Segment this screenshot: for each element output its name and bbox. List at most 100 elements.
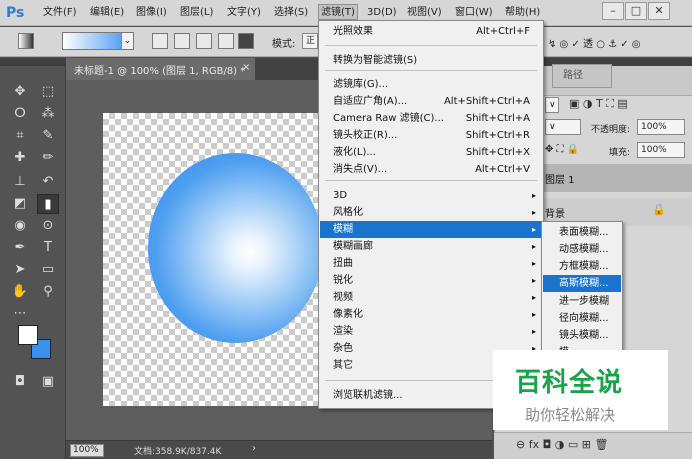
gradient-icon[interactable]: ▮	[37, 194, 59, 214]
rectangle-icon[interactable]: ▭	[37, 260, 59, 280]
pen-icon[interactable]: ✒	[9, 238, 31, 258]
filter-menu-item[interactable]: 镜头校正(R)... Shift+Ctrl+R	[320, 127, 542, 144]
blend-mode-select[interactable]: ∨	[545, 119, 581, 135]
tab-paths[interactable]: 路径	[552, 64, 612, 88]
filter-menu-item[interactable]: 液化(L)... Shift+Ctrl+X	[320, 144, 542, 161]
hand-icon[interactable]: ✋	[9, 282, 31, 302]
radial-gradient-icon[interactable]	[174, 33, 190, 49]
eraser-icon[interactable]: ◩	[9, 194, 31, 214]
menu-image[interactable]: 图像(I)	[136, 5, 167, 21]
zoom-field[interactable]: 100%	[70, 444, 104, 457]
filter-menu-item[interactable]: 像素化 ▸	[320, 306, 542, 323]
mode-select[interactable]: 正	[302, 33, 318, 49]
menu-window[interactable]: 窗口(W)	[455, 5, 493, 21]
blur-menu-item[interactable]: 进一步模糊	[543, 293, 621, 310]
reflected-gradient-icon[interactable]	[218, 33, 234, 49]
path-selection-icon[interactable]: ➤	[9, 260, 31, 280]
filter-menu-item[interactable]: 消失点(V)... Alt+Ctrl+V	[320, 161, 542, 178]
opacity-label: 不透明度:	[591, 125, 631, 135]
filter-menu-item[interactable]: 扭曲 ▸	[320, 255, 542, 272]
menu-select[interactable]: 选择(S)	[274, 5, 308, 21]
quick-mask-icon[interactable]: ◘	[9, 372, 31, 392]
linear-gradient-icon[interactable]	[152, 33, 168, 49]
clone-stamp-icon[interactable]: ⊥	[9, 172, 31, 192]
filter-icons[interactable]: ▣ ◑ T ⛶ ▤	[569, 97, 628, 111]
eyedropper-icon[interactable]: ✎	[37, 126, 59, 146]
blur-icon[interactable]: ◉	[9, 216, 31, 236]
menu-layer[interactable]: 图层(L)	[180, 5, 213, 21]
foreground-color-swatch[interactable]	[18, 325, 38, 345]
magic-wand-icon[interactable]: ⁂	[37, 104, 59, 124]
menu-item-shortcut: Alt+Ctrl+F	[476, 26, 530, 37]
blur-menu-item[interactable]: 表面模糊...	[543, 224, 621, 241]
blur-menu-item[interactable]: 径向模糊...	[543, 310, 621, 327]
menu-type[interactable]: 文字(Y)	[227, 5, 261, 21]
blur-menu-item[interactable]: 动感模糊...	[543, 241, 621, 258]
opacity-field[interactable]: 100%	[637, 119, 685, 135]
filter-menu-item[interactable]: 光照效果 Alt+Ctrl+F	[320, 23, 542, 40]
filter-menu-item[interactable]: 风格化 ▸	[320, 204, 542, 221]
menu-edit[interactable]: 编辑(E)	[90, 5, 124, 21]
chevron-down-icon[interactable]: ⌄	[121, 33, 133, 49]
menu-item-label: 其它	[333, 360, 353, 371]
menu-item-shortcut: Alt+Shift+Ctrl+A	[443, 96, 530, 107]
menu-help[interactable]: 帮助(H)	[505, 5, 540, 21]
layer-row[interactable]: 图层 1	[540, 164, 692, 192]
submenu-arrow-icon: ▸	[531, 208, 536, 217]
menu-item-label: 浏览联机滤镜...	[333, 390, 403, 401]
filter-menu-item[interactable]: 模糊画廊 ▸	[320, 238, 542, 255]
close-tab-icon[interactable]: ×	[242, 62, 250, 73]
crop-icon[interactable]: ⌗	[9, 126, 31, 146]
menu-file[interactable]: 文件(F)	[43, 5, 77, 21]
blur-menu-item[interactable]: 高斯模糊...	[543, 275, 621, 292]
brush-icon[interactable]: ✏	[37, 148, 59, 168]
gradient-picker[interactable]: ⌄	[62, 32, 134, 50]
menu-filter[interactable]: 滤镜(T)	[318, 4, 358, 20]
marquee-icon[interactable]: ⬚	[37, 82, 59, 102]
diamond-gradient-icon[interactable]	[238, 33, 254, 49]
filter-menu-item[interactable]: 自适应广角(A)... Alt+Shift+Ctrl+A	[320, 93, 542, 110]
zoom-icon[interactable]: ⚲	[37, 282, 59, 302]
lock-icons[interactable]: ✥ ⛶ 🔒	[545, 144, 579, 155]
screen-mode-icon[interactable]: ▣	[37, 372, 59, 392]
chevron-right-icon[interactable]: ›	[252, 443, 256, 454]
filter-menu-item[interactable]: 转换为智能滤镜(S)	[320, 52, 542, 69]
blur-menu-item[interactable]: 镜头模糊...	[543, 327, 621, 344]
status-bar: 100% 文档:358.9K/837.4K ›	[66, 440, 492, 459]
filter-menu-item[interactable]: 滤镜库(G)...	[320, 76, 542, 93]
layers-footer-icons[interactable]: ⊖ fx ◘ ◑ ▭ ⊞ 🗑	[516, 438, 608, 451]
close-icon[interactable]: ✕	[648, 2, 670, 20]
move-icon[interactable]: ✥	[9, 82, 31, 102]
menu-item-label: 光照效果	[333, 26, 373, 37]
filter-kind-select[interactable]: ∨	[545, 97, 559, 113]
document-canvas[interactable]	[103, 113, 338, 406]
toolbar-grip[interactable]	[0, 58, 66, 66]
minimize-icon[interactable]: –	[602, 2, 624, 20]
filter-menu-item[interactable]: 3D ▸	[320, 187, 542, 204]
restore-icon[interactable]: □	[625, 2, 647, 20]
menu-item-label: 滤镜库(G)...	[333, 79, 389, 90]
menu-view[interactable]: 视图(V)	[407, 5, 442, 21]
filter-menu-item[interactable]: 视频 ▸	[320, 289, 542, 306]
filter-menu-item[interactable]: 模糊 ▸	[320, 221, 542, 238]
document-tab[interactable]: 未标题-1 @ 100% (图层 1, RGB/8) * ×	[66, 58, 256, 80]
watermark-logo: 百科全说 助你轻松解决	[493, 350, 668, 430]
more-tools-icon[interactable]: ⋯	[9, 304, 31, 324]
history-brush-icon[interactable]: ↶	[37, 172, 59, 192]
lasso-icon[interactable]: ⵔ	[9, 104, 31, 124]
blur-menu-item[interactable]: 方框模糊...	[543, 258, 621, 275]
healing-brush-icon[interactable]: ✚	[9, 148, 31, 168]
transparency-checkbox[interactable]	[583, 38, 593, 48]
filter-menu-item[interactable]: 锐化 ▸	[320, 272, 542, 289]
dither-checkbox[interactable]	[548, 38, 558, 48]
dodge-icon[interactable]: ⊙	[37, 216, 59, 236]
angle-gradient-icon[interactable]	[196, 33, 212, 49]
tool-preset-icon[interactable]	[18, 33, 34, 49]
fill-field[interactable]: 100%	[637, 142, 685, 158]
filter-menu-item[interactable]: 渲染 ▸	[320, 323, 542, 340]
type-icon[interactable]: T	[37, 238, 59, 258]
menu-item-label: 镜头校正(R)...	[333, 130, 398, 141]
filter-menu-item[interactable]: Camera Raw 滤镜(C)... Shift+Ctrl+A	[320, 110, 542, 127]
menu-3d[interactable]: 3D(D)	[367, 5, 397, 21]
menu-item-label: 自适应广角(A)...	[333, 96, 408, 107]
